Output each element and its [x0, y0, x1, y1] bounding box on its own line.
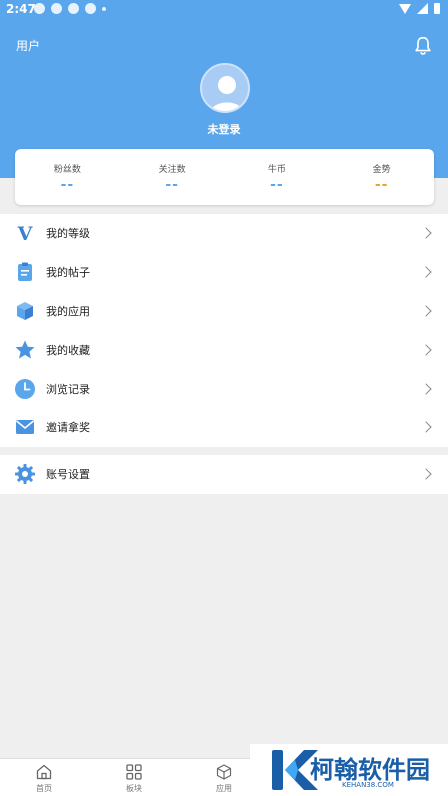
chevron-right-icon [420, 305, 432, 317]
user-silhouette-icon [210, 76, 244, 111]
stat-coins[interactable]: 牛币 -- [225, 149, 330, 205]
menu-item-account-settings[interactable]: 账号设置 [0, 455, 448, 494]
chevron-right-icon [420, 468, 432, 481]
menu-item-label: 我的应用 [46, 304, 90, 318]
menu-item-label: 我的帖子 [46, 266, 90, 280]
cube-icon [216, 764, 232, 780]
home-icon [36, 764, 52, 780]
stat-value: -- [374, 177, 389, 193]
menu-item-label: 浏览记录 [46, 382, 90, 396]
notification-icons [34, 3, 106, 14]
more-dot-icon [102, 6, 106, 11]
system-icons [399, 3, 440, 14]
nav-label: 板块 [126, 784, 142, 793]
menu-item-favorites[interactable]: 我的收藏 [0, 330, 448, 369]
chevron-right-icon [420, 266, 432, 278]
battery-icon [434, 3, 440, 14]
download-icon [51, 3, 62, 14]
avatar[interactable] [200, 63, 250, 113]
menu-item-history[interactable]: 浏览记录 [0, 369, 448, 408]
nav-sections[interactable]: 板块 [104, 763, 164, 794]
menu-item-label: 我的收藏 [46, 343, 90, 357]
stat-value: -- [165, 177, 179, 193]
svg-text:V: V [17, 223, 34, 244]
chevron-right-icon [420, 227, 432, 240]
chevron-right-icon [420, 421, 432, 434]
stat-value: -- [270, 177, 284, 193]
clipboard-icon [14, 261, 36, 283]
stat-label: 粉丝数 [53, 165, 81, 175]
watermark-subtitle: KEHAN38.COM [342, 781, 394, 789]
vpn-icon [85, 3, 96, 14]
wifi-icon [399, 3, 411, 14]
login-status[interactable]: 未登录 [0, 121, 448, 137]
stat-value: -- [60, 177, 75, 193]
menu-item-label: 我的等级 [46, 227, 90, 241]
menu-item-invite[interactable]: 邀请拿奖 [0, 408, 448, 447]
watermark: 柯翰软件园 KEHAN38.COM [250, 744, 448, 796]
menu-item-posts[interactable]: 我的帖子 [0, 253, 448, 292]
nav-home[interactable]: 首页 [14, 763, 74, 794]
status-time: 2:47 [6, 2, 36, 16]
chevron-right-icon [420, 382, 432, 395]
nav-apps[interactable]: 应用 [194, 763, 254, 794]
stat-label: 牛币 [267, 165, 286, 175]
stat-followers[interactable]: 粉丝数 -- [15, 149, 120, 205]
menu-item-label: 邀请拿奖 [46, 421, 90, 435]
settings-list: 账号设置 [0, 455, 448, 494]
clock-icon [14, 378, 36, 400]
watermark-title: 柯翰软件园 [310, 756, 430, 784]
nav-label: 首页 [36, 784, 52, 793]
gear-icon [14, 463, 36, 485]
menu-item-apps[interactable]: 我的应用 [0, 292, 448, 331]
menu-item-label: 账号设置 [46, 468, 90, 482]
stat-label: 金势 [372, 165, 391, 175]
signal-icon [417, 3, 428, 14]
box-icon [14, 300, 36, 322]
menu-list: V 我的等级 我的帖子 我的应用 我的收藏 浏览记录 邀请拿奖 [0, 214, 448, 447]
v-level-icon: V [14, 222, 36, 244]
notification-icon [34, 3, 45, 14]
chevron-right-icon [420, 344, 432, 356]
stat-following[interactable]: 关注数 -- [120, 149, 225, 205]
bell-icon[interactable] [412, 35, 434, 57]
grid-icon [126, 764, 142, 780]
status-bar: 2:47 [0, 0, 448, 20]
stat-gold[interactable]: 金势 -- [329, 149, 434, 205]
nav-label: 应用 [216, 784, 232, 793]
menu-item-level[interactable]: V 我的等级 [0, 214, 448, 253]
stats-card: 粉丝数 -- 关注数 -- 牛币 -- 金势 -- [15, 149, 434, 205]
mail-icon [14, 416, 36, 438]
stat-label: 关注数 [158, 165, 186, 175]
shield-icon [68, 3, 79, 14]
star-icon [14, 339, 36, 361]
page-title: 用户 [16, 39, 41, 53]
